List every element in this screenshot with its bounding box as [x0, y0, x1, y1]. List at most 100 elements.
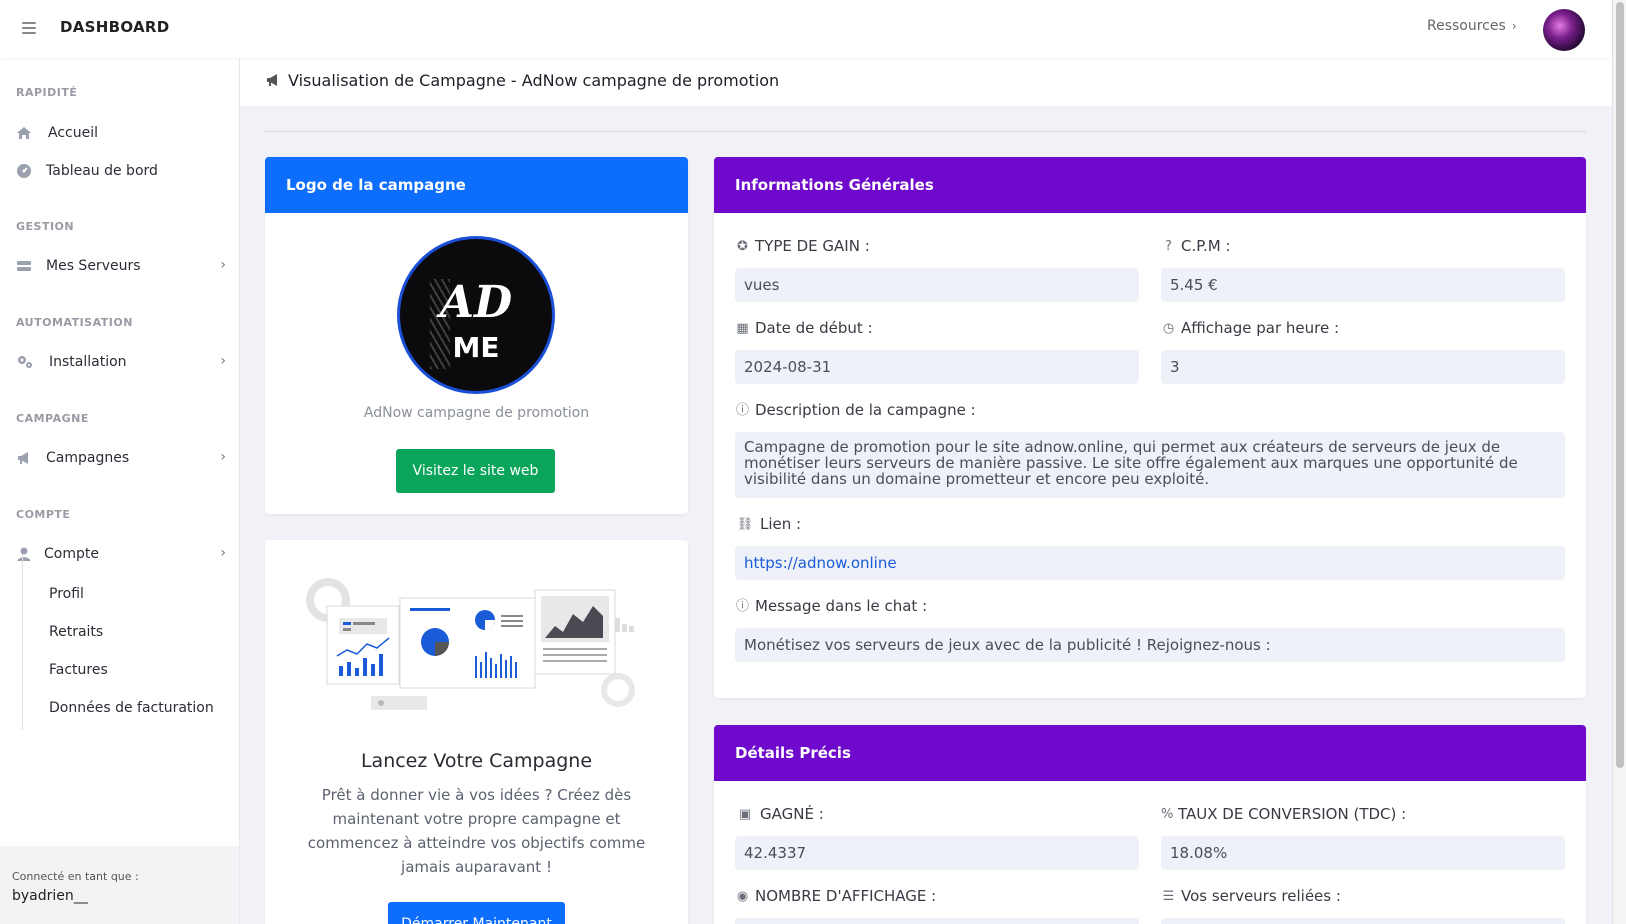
sidebar-item-label: Installation: [49, 354, 127, 370]
affichage-label-text: Affichage par heure :: [1181, 319, 1340, 337]
home-icon: [16, 125, 32, 141]
general-info-card: Informations Générales ✪ TYPE DE GAIN : v…: [714, 157, 1586, 698]
campaign-name-caption: AdNow campagne de promotion: [363, 405, 590, 421]
info-circle-icon: ⓘ: [735, 402, 749, 418]
section-compte: COMPTE: [16, 508, 71, 521]
lien-label-text: Lien :: [760, 515, 802, 533]
start-now-button[interactable]: Démarrer Maintenant: [388, 902, 565, 924]
date-label-text: Date de début :: [755, 319, 873, 337]
sidebar-item-installation[interactable]: Installation ›: [16, 350, 226, 374]
sidebar-item-label: Tableau de bord: [46, 163, 158, 179]
sidebar-item-accueil[interactable]: Accueil: [16, 121, 226, 145]
campaign-logo: AD ME: [397, 236, 555, 394]
date-label: ▦ Date de début :: [735, 319, 873, 337]
chevron-right-icon: ›: [220, 449, 226, 465]
gagne-label: ▣ GAGNÉ :: [735, 805, 824, 823]
serveurs-relies-label: ☰ Vos serveurs reliées :: [1161, 887, 1341, 905]
money-bill-icon: ▣: [738, 806, 752, 822]
user-icon: [16, 546, 32, 562]
message-field: Monétisez vos serveurs de jeux avec de l…: [735, 628, 1565, 662]
clock-icon: ◷: [1162, 320, 1175, 336]
sidebar-subitem-profil[interactable]: Profil: [49, 586, 84, 602]
gagne-label-text: GAGNÉ :: [760, 805, 824, 823]
tdc-field: 18.08%: [1161, 836, 1565, 870]
username: byadrien__: [12, 888, 88, 904]
user-avatar[interactable]: [1543, 9, 1585, 51]
affichage-label: ◷ Affichage par heure :: [1161, 319, 1339, 337]
logo-card: Logo de la campagne AD ME AdNow campagne…: [265, 157, 688, 514]
lien-field[interactable]: https://adnow.online: [735, 546, 1565, 580]
logo-text-ad: AD: [439, 277, 513, 328]
dashboard-illustration: [306, 578, 635, 710]
sidebar-item-label: Compte: [44, 546, 99, 562]
cpm-label: ? C.P.M :: [1161, 237, 1230, 255]
calendar-icon: ▦: [736, 320, 749, 336]
message-label: ⓘ Message dans le chat :: [735, 597, 927, 615]
connected-as-label: Connecté en tant que :: [12, 870, 139, 883]
sidebar-subitem-donnees-facturation[interactable]: Données de facturation: [49, 700, 214, 716]
section-campagne: CAMPAGNE: [16, 412, 89, 425]
sidebar-item-label: Campagnes: [46, 450, 130, 466]
megaphone-icon: [264, 72, 282, 88]
megaphone-icon: [16, 450, 32, 466]
section-gestion: GESTION: [16, 220, 75, 233]
sidebar-subitem-retraits[interactable]: Retraits: [49, 624, 103, 640]
nombre-label-text: NOMBRE D'AFFICHAGE :: [755, 887, 937, 905]
sidebar-subitem-factures[interactable]: Factures: [49, 662, 108, 678]
resources-link[interactable]: Ressources ›: [1427, 18, 1517, 34]
type-gain-label-text: TYPE DE GAIN :: [755, 237, 870, 255]
page-title: Visualisation de Campagne - AdNow campag…: [288, 71, 780, 90]
launch-campaign-card: Lancez Votre Campagne Prêt à donner vie …: [265, 540, 688, 924]
cogs-icon: [16, 354, 32, 370]
server-icon: ☰: [1162, 888, 1175, 904]
chevron-down-icon: ›: [220, 545, 226, 561]
info-circle-icon: ⓘ: [735, 598, 749, 614]
card-header: Informations Générales: [714, 157, 1586, 213]
section-rapidite: RAPIDITÉ: [16, 86, 78, 99]
sidebar: RAPIDITÉ Accueil Tableau de bord GESTION…: [0, 58, 240, 924]
type-gain-label: ✪ TYPE DE GAIN :: [735, 237, 870, 255]
divider: [264, 131, 1586, 132]
nombre-affichage-label: ◉ NOMBRE D'AFFICHAGE :: [735, 887, 936, 905]
server-icon: [16, 258, 32, 274]
cpm-field: 5.45 €: [1161, 268, 1565, 302]
award-icon: ✪: [737, 238, 748, 254]
resources-label: Ressources: [1427, 18, 1506, 34]
gagne-field: 42.4337: [735, 836, 1139, 870]
sidebar-item-label: Accueil: [48, 125, 98, 141]
logo-text-me: ME: [452, 331, 500, 364]
nombre-affichage-field: [735, 918, 1139, 924]
message-label-text: Message dans le chat :: [755, 597, 928, 615]
eye-icon: ◉: [736, 888, 749, 904]
tdc-label: % TAUX DE CONVERSION (TDC) :: [1161, 805, 1406, 823]
sidebar-item-compte[interactable]: Compte ›: [16, 542, 226, 566]
top-bar: DASHBOARD Ressources ›: [0, 0, 1612, 58]
page-header: Visualisation de Campagne - AdNow campag…: [240, 58, 1612, 106]
sidebar-item-campagnes[interactable]: Campagnes ›: [16, 446, 226, 470]
scrollbar-thumb[interactable]: [1616, 2, 1624, 768]
card-header: Logo de la campagne: [265, 157, 688, 213]
card-header: Détails Précis: [714, 725, 1586, 781]
visit-website-button[interactable]: Visitez le site web: [396, 449, 555, 493]
cpm-label-text: C.P.M :: [1181, 237, 1231, 255]
hamburger-menu-icon[interactable]: [22, 22, 36, 34]
type-gain-field: vues: [735, 268, 1139, 302]
lien-label: ⛓ Lien :: [735, 515, 801, 533]
chevron-right-icon: ›: [1511, 19, 1517, 33]
submenu-divider: [22, 554, 23, 730]
sidebar-item-tableau-de-bord[interactable]: Tableau de bord: [16, 159, 226, 183]
launch-description: Prêt à donner vie à vos idées ? Créez dè…: [307, 786, 646, 876]
serveurs-label-text: Vos serveurs reliées :: [1181, 887, 1341, 905]
sidebar-item-mes-serveurs[interactable]: Mes Serveurs ›: [16, 254, 226, 278]
section-automatisation: AUTOMATISATION: [16, 316, 133, 329]
page-scrollbar[interactable]: [1612, 0, 1626, 924]
date-field: 2024-08-31: [735, 350, 1139, 384]
description-label: ⓘ Description de la campagne :: [735, 401, 976, 419]
details-card: Détails Précis ▣ GAGNÉ : 42.4337 % TAUX DE…: [714, 725, 1586, 924]
brand-title[interactable]: DASHBOARD: [60, 18, 170, 36]
link-icon: ⛓: [736, 516, 754, 532]
affichage-field: 3: [1161, 350, 1565, 384]
gauge-icon: [16, 163, 32, 179]
chevron-right-icon: ›: [220, 353, 226, 369]
question-circle-icon: ?: [1165, 238, 1172, 254]
